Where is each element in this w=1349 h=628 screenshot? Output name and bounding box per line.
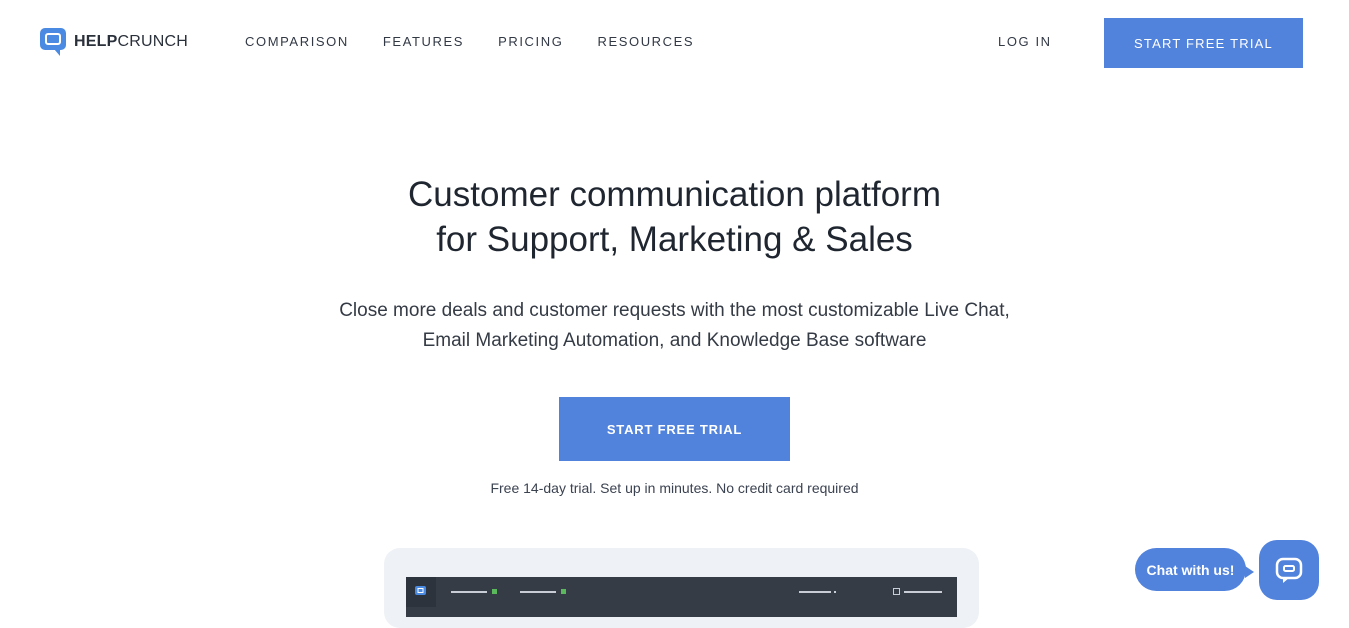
nav-start-trial-button[interactable]: START FREE TRIAL (1104, 18, 1303, 68)
hero-subtitle: Close more deals and customer requests w… (0, 296, 1349, 356)
hero-subtitle-line-1: Close more deals and customer requests w… (339, 300, 1010, 321)
nav-link-comparison[interactable]: COMPARISON (245, 34, 349, 49)
chat-bubble-icon (1275, 557, 1303, 583)
hero-title-line-2: for Support, Marketing & Sales (436, 220, 913, 259)
preview-dot (834, 591, 836, 593)
hero-subtitle-line-2: Email Marketing Automation, and Knowledg… (422, 330, 927, 351)
trial-note: Free 14-day trial. Set up in minutes. No… (490, 480, 859, 496)
hero-start-trial-button[interactable]: START FREE TRIAL (559, 397, 790, 461)
nav-link-pricing[interactable]: PRICING (498, 34, 563, 49)
preview-status-dot (561, 589, 566, 594)
product-preview (384, 548, 979, 628)
preview-logo-square (406, 577, 436, 607)
preview-line (904, 591, 942, 593)
preview-status-dot (492, 589, 497, 594)
preview-chat-icon (415, 586, 426, 595)
logo-text: HELPCRUNCH (74, 33, 189, 50)
hero-title: Customer communication platform for Supp… (0, 172, 1349, 262)
nav-links: COMPARISON FEATURES PRICING RESOURCES (245, 34, 694, 49)
preview-line (451, 591, 487, 593)
preview-line (520, 591, 556, 593)
preview-toolbar (406, 577, 957, 617)
chat-logo-icon (40, 28, 66, 56)
chat-launcher-button[interactable] (1259, 540, 1319, 600)
preview-line (799, 591, 831, 593)
hero-title-line-1: Customer communication platform (408, 175, 941, 214)
nav-link-resources[interactable]: RESOURCES (597, 34, 694, 49)
top-navigation: HELPCRUNCH COMPARISON FEATURES PRICING R… (0, 0, 1349, 86)
helpcrunch-logo[interactable]: HELPCRUNCH (40, 28, 188, 56)
chat-with-us-label[interactable]: Chat with us! (1135, 548, 1254, 591)
login-link[interactable]: LOG IN (998, 34, 1052, 49)
preview-box (893, 588, 900, 595)
nav-link-features[interactable]: FEATURES (383, 34, 464, 49)
